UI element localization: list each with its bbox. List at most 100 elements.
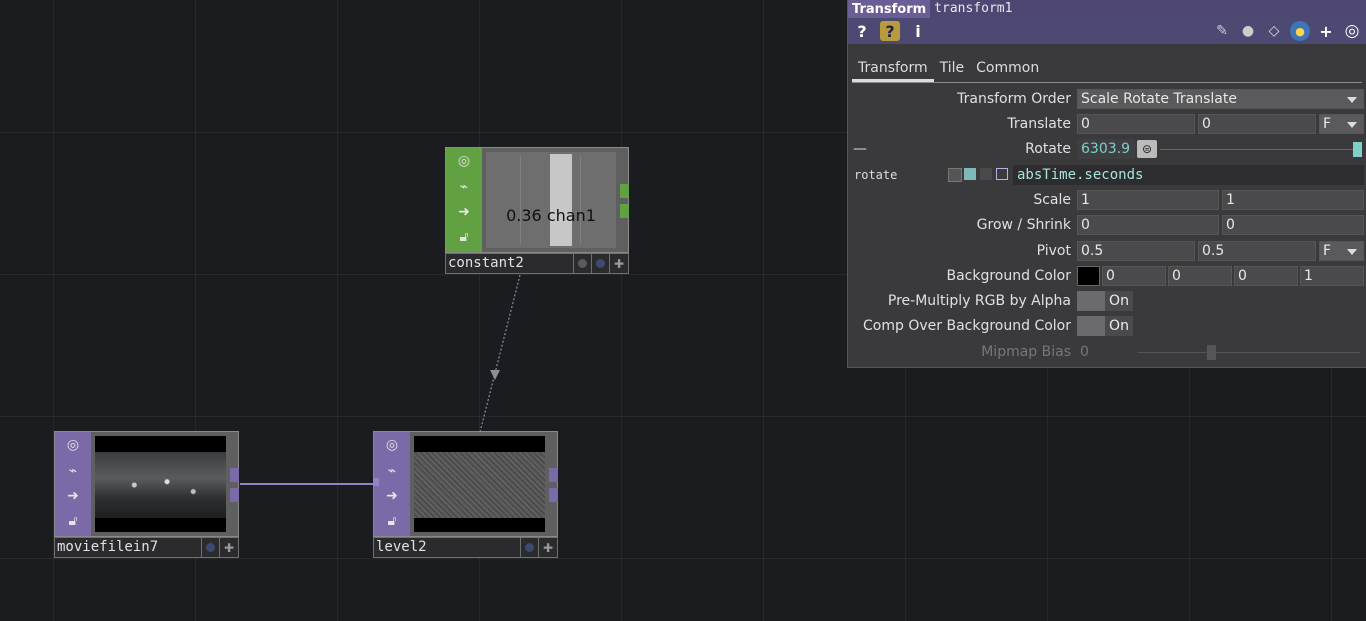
mipmap-slider-handle[interactable] — [1206, 345, 1216, 360]
cook-icon[interactable]: ⌁ — [63, 461, 83, 481]
bypass-arrow-icon[interactable]: ➜ — [454, 202, 474, 222]
param-label: Mipmap Bias — [981, 344, 1071, 360]
node-constant2[interactable]: ◎ ⌁ ➜ 🔓︎ 0.36 chan1 constant2 ✚ — [445, 147, 629, 274]
expr-param-name: rotate — [854, 168, 898, 182]
param-premultiply: Pre-Multiply RGB by Alpha On — [848, 290, 1366, 312]
panel-toolbar: ? ? i ✎ ● ◇ ● + ◎ — [848, 18, 1366, 44]
rotate-value-field[interactable]: 6303.9 — [1077, 139, 1135, 159]
pivot-x-field[interactable]: 0.5 — [1077, 241, 1195, 261]
tab-common[interactable]: Common — [970, 56, 1045, 82]
panel-title-bar: Transform transform1 — [848, 0, 1366, 18]
premultiply-toggle[interactable]: On — [1077, 291, 1133, 311]
grow-y-field[interactable]: 0 — [1222, 215, 1364, 235]
param-label: Rotate — [1025, 141, 1071, 157]
rotate-expression-field[interactable]: absTime.seconds — [1013, 165, 1364, 185]
param-label: Background Color — [946, 268, 1071, 284]
color-swatch[interactable] — [1077, 266, 1100, 286]
node-name[interactable]: level2 — [374, 538, 521, 557]
bg-a-field[interactable]: 1 — [1300, 266, 1364, 286]
plus-icon[interactable]: ✚ — [610, 254, 628, 273]
eraser-icon[interactable]: ◇ — [1264, 21, 1284, 41]
chevron-down-icon — [1347, 122, 1357, 128]
mipmap-slider-track[interactable] — [1137, 352, 1360, 353]
pivot-y-field[interactable]: 0.5 — [1198, 241, 1316, 261]
param-label: Comp Over Background Color — [863, 318, 1071, 334]
transform-order-menu[interactable]: Scale Rotate Translate — [1077, 89, 1364, 109]
param-background-color: Background Color 0 0 0 1 — [848, 265, 1366, 287]
comment-icon[interactable]: ● — [1238, 21, 1258, 41]
cook-icon[interactable]: ⌁ — [454, 177, 474, 197]
lock-icon[interactable]: 🔓︎ — [382, 511, 402, 531]
param-translate: Translate 0 0 F — [848, 113, 1366, 135]
render-flag-icon[interactable] — [202, 538, 220, 557]
bg-b-field[interactable]: 0 — [1234, 266, 1298, 286]
export-link-arrow — [490, 370, 500, 380]
panel-tabs: Transform Tile Common — [852, 56, 1362, 83]
bg-g-field[interactable]: 0 — [1168, 266, 1232, 286]
bg-r-field[interactable]: 0 — [1102, 266, 1166, 286]
node-name[interactable]: moviefilein7 — [55, 538, 202, 557]
op-type: Transform — [852, 1, 927, 17]
mipmap-value[interactable]: 0 — [1080, 341, 1089, 363]
city-image-preview — [95, 436, 226, 532]
param-label: Pivot — [1036, 243, 1071, 259]
python-help-icon[interactable]: ? — [880, 21, 900, 41]
tab-transform[interactable]: Transform — [852, 56, 934, 82]
tab-tile[interactable]: Tile — [934, 56, 971, 82]
param-grow-shrink: Grow / Shrink 0 0 — [848, 214, 1366, 236]
param-label: Translate — [1007, 116, 1071, 132]
translate-y-field[interactable]: 0 — [1198, 114, 1316, 134]
rotate-slider-track[interactable] — [1160, 149, 1360, 150]
plus-icon[interactable]: ✚ — [539, 538, 557, 557]
chevron-down-icon — [1347, 249, 1357, 255]
grow-x-field[interactable]: 0 — [1077, 215, 1219, 235]
node-level2[interactable]: ◎ ⌁ ➜ 🔓︎ level2 ✚ — [373, 431, 558, 558]
edit-pencil-icon[interactable]: ✎ — [1212, 21, 1232, 41]
op-name-field[interactable]: transform1 — [930, 0, 1366, 18]
expression-mode-active-icon[interactable] — [964, 168, 976, 180]
scale-x-field[interactable]: 1 — [1077, 190, 1219, 210]
node-name[interactable]: constant2 — [446, 254, 574, 273]
level-image-preview — [414, 436, 545, 532]
bypass-arrow-icon[interactable]: ➜ — [382, 486, 402, 506]
viewer-icon[interactable]: ◎ — [454, 151, 474, 171]
param-scale: Scale 1 1 — [848, 189, 1366, 211]
bypass-arrow-icon[interactable]: ➜ — [63, 486, 83, 506]
param-label: Pre-Multiply RGB by Alpha — [887, 293, 1071, 309]
viewer-icon[interactable]: ◎ — [382, 435, 402, 455]
param-pivot: Pivot 0.5 0.5 F — [848, 240, 1366, 262]
bind-mode-icon[interactable] — [996, 168, 1008, 180]
render-flag-icon[interactable] — [592, 254, 610, 273]
param-comp-over: Comp Over Background Color On — [848, 315, 1366, 337]
translate-unit-menu[interactable]: F — [1319, 114, 1364, 134]
add-icon[interactable]: + — [1316, 21, 1336, 41]
help-icon[interactable]: ? — [852, 21, 872, 41]
render-flag-icon[interactable] — [521, 538, 539, 557]
comp-over-toggle[interactable]: On — [1077, 316, 1133, 336]
lock-icon[interactable]: 🔓︎ — [454, 227, 474, 247]
param-transform-order: Transform Order Scale Rotate Translate — [848, 88, 1366, 110]
chevron-down-icon — [1347, 97, 1357, 103]
channel-value-label: 0.36 chan1 — [506, 206, 596, 225]
viewer-icon[interactable]: ◎ — [63, 435, 83, 455]
expression-mode-icon[interactable]: ⊜ — [1137, 140, 1157, 158]
constant-mode-icon[interactable] — [948, 168, 962, 182]
param-label: Scale — [1033, 192, 1071, 208]
target-icon[interactable]: ◎ — [1342, 21, 1362, 41]
python-icon[interactable]: ● — [1290, 21, 1310, 41]
lock-icon[interactable]: 🔓︎ — [63, 511, 83, 531]
translate-x-field[interactable]: 0 — [1077, 114, 1195, 134]
cook-icon[interactable]: ⌁ — [382, 461, 402, 481]
info-icon[interactable]: i — [908, 21, 928, 41]
param-rotate-expression: rotate absTime.seconds — [848, 164, 1366, 186]
rotate-slider-handle[interactable] — [1353, 142, 1362, 157]
display-flag-icon[interactable] — [574, 254, 592, 273]
collapse-toggle[interactable]: — — [853, 138, 867, 160]
parameter-panel: Transform transform1 ? ? i ✎ ● ◇ ● + ◎ T… — [847, 0, 1366, 368]
plus-icon[interactable]: ✚ — [220, 538, 238, 557]
pivot-unit-menu[interactable]: F — [1319, 241, 1364, 261]
export-link — [479, 274, 521, 433]
node-moviefilein7[interactable]: ◎ ⌁ ➜ 🔓︎ moviefilein7 ✚ — [54, 431, 239, 558]
export-mode-icon[interactable] — [980, 168, 992, 180]
scale-y-field[interactable]: 1 — [1222, 190, 1364, 210]
